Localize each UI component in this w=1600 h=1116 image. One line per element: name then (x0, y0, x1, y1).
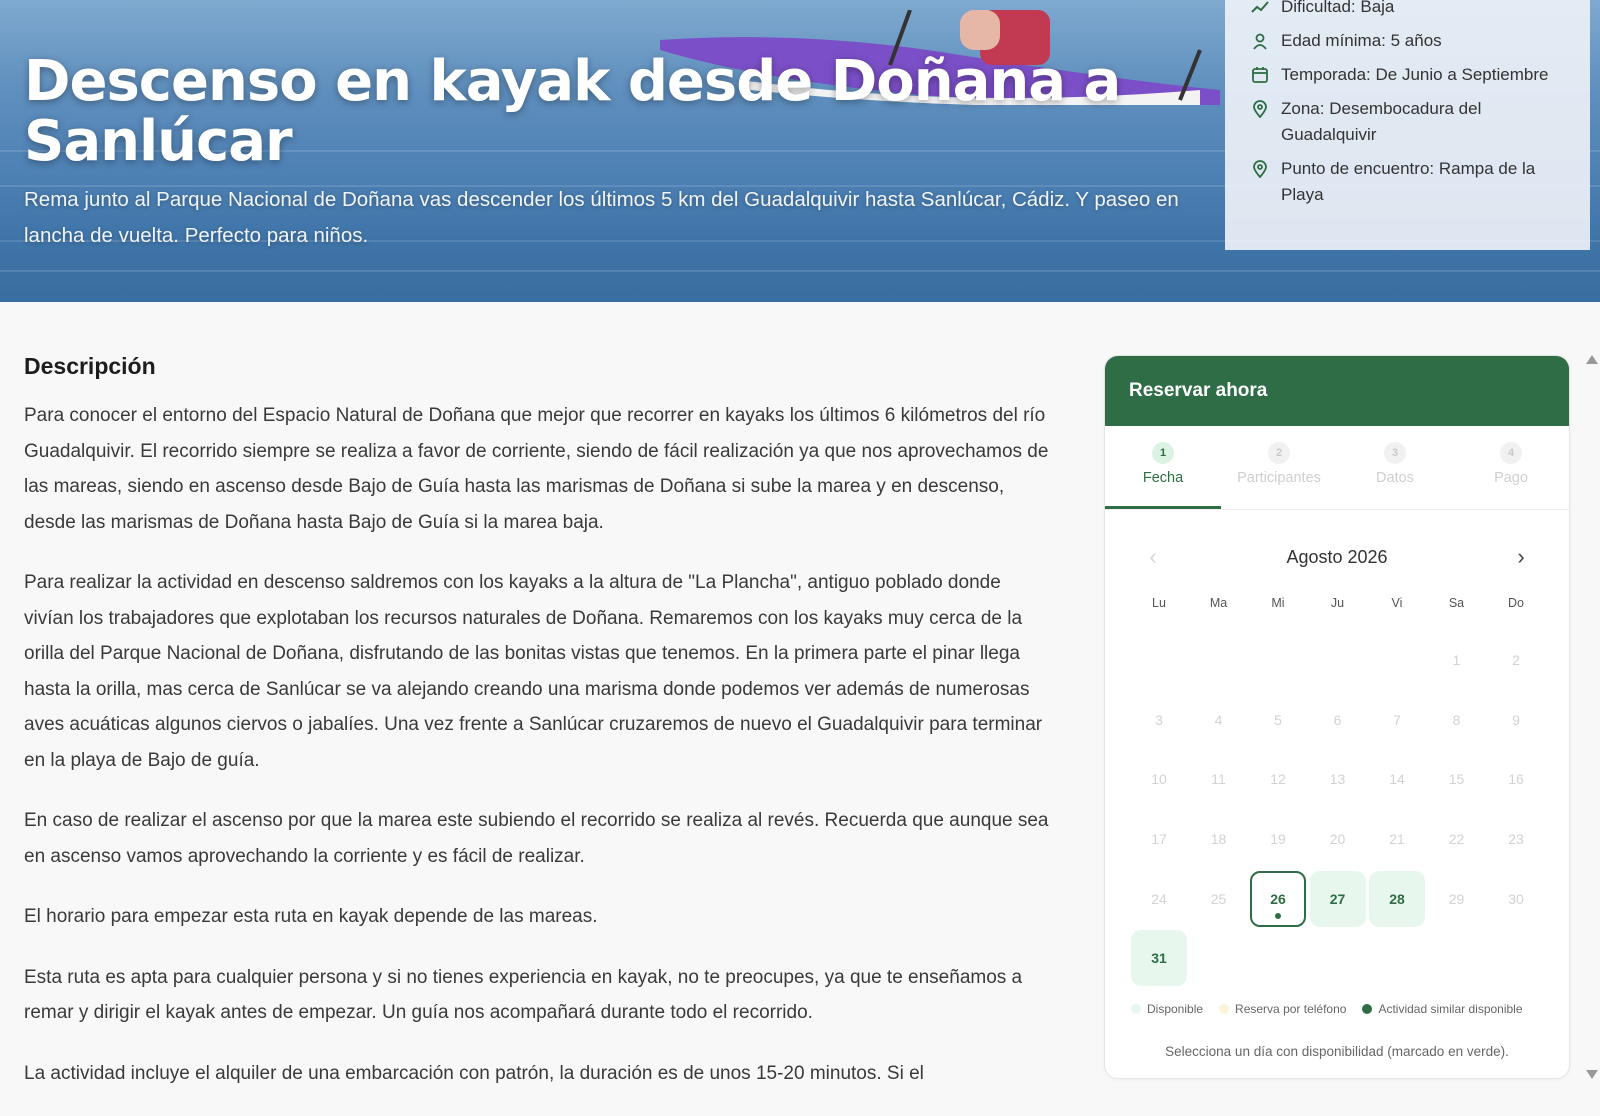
calendar-day: 9 (1512, 711, 1520, 728)
step-label: Pago (1494, 470, 1528, 486)
calendar-day: 2 (1512, 652, 1520, 668)
calendar-day: 20 (1329, 831, 1346, 848)
booking-steps: 1 Fecha 2 Participantes 3 Datos 4 Pago (1105, 426, 1569, 510)
location-pin-icon (1253, 160, 1267, 178)
calendar-day: 7 (1393, 711, 1401, 728)
calendar-icon (1252, 67, 1268, 83)
step-number: 3 (1384, 442, 1406, 464)
page-subtitle: Rema junto al Parque Nacional de Doñana … (24, 188, 1179, 247)
calendar-day: 11 (1211, 771, 1226, 788)
description-paragraph: La actividad incluye el alquiler de una … (24, 1062, 924, 1084)
calendar-day-available[interactable]: 28 (1369, 870, 1425, 927)
calendar-day: 29 (1448, 890, 1465, 907)
calendar-day: 13 (1329, 771, 1346, 788)
weekday-label: Lu (1152, 596, 1166, 610)
calendar-day: 25 (1210, 890, 1227, 907)
description-section: Descripción Para conocer el entorno del … (24, 353, 1054, 1116)
description-heading: Descripción (24, 353, 156, 379)
step-number: 4 (1500, 442, 1522, 464)
step-pago[interactable]: 4 Pago (1453, 426, 1569, 509)
step-label: Fecha (1142, 470, 1184, 486)
scroll-down-icon[interactable] (1586, 1070, 1598, 1079)
description-paragraph: Para conocer el entorno del Espacio Natu… (24, 405, 1049, 533)
calendar-day: 3 (1155, 711, 1163, 728)
booking-widget: Reservar ahora 1 Fecha 2 Participantes 3… (1104, 355, 1570, 1079)
phone-dot-icon (1219, 1004, 1230, 1015)
next-month-icon[interactable]: › (1511, 544, 1531, 570)
calendar-day-available[interactable]: 31 (1131, 930, 1187, 987)
step-label: Participantes (1237, 470, 1321, 486)
weekday-label: Sa (1448, 596, 1465, 610)
calendar-day: 21 (1389, 831, 1405, 848)
calendar-day: 22 (1448, 831, 1465, 848)
step-datos[interactable]: 3 Datos (1337, 426, 1453, 509)
info-min-age: Edad mínima: 5 años (1251, 28, 1576, 54)
description-paragraph: El horario para empezar esta ruta en kay… (24, 906, 598, 927)
step-label: Datos (1376, 470, 1414, 486)
calendar-day: 30 (1508, 890, 1524, 907)
calendar-nav: ‹ Agosto 2026 › (1105, 510, 1569, 570)
person-icon (1253, 33, 1267, 50)
calendar-day: 14 (1389, 771, 1405, 788)
calendar-day: 17 (1151, 831, 1167, 848)
calendar-day: 6 (1333, 711, 1342, 728)
available-dot-icon (1131, 1004, 1141, 1015)
similar-dot-icon (1362, 1004, 1373, 1015)
calendar-day: 16 (1508, 771, 1524, 788)
description-paragraph: Para realizar la actividad en descenso s… (24, 572, 1043, 771)
calendar-day: 15 (1448, 771, 1465, 788)
calendar-hint: Selecciona un día con disponibilidad (ma… (1165, 1044, 1509, 1060)
calendar-day: 10 (1151, 771, 1167, 788)
description-paragraph: Esta ruta es apta para cualquier persona… (24, 966, 1023, 1024)
calendar-day: 23 (1508, 831, 1524, 848)
hero-banner: Descenso en kayak desde Doñana a Sanlúca… (0, 0, 1600, 302)
info-difficulty: Dificultad: Baja (1251, 0, 1576, 20)
weekday-label: Ju (1330, 596, 1345, 610)
weekday-label: Ma (1209, 596, 1228, 610)
calendar-grid: Lu Ma Mi Ju Vi Sa Do 1 2 3 4 5 6 7 8 9 1… (1105, 596, 1569, 990)
calendar-day: 1 (1452, 652, 1461, 668)
calendar-day: 18 (1210, 831, 1227, 848)
info-meeting-point: Punto de encuentro: Rampa de la Playa (1251, 156, 1576, 208)
scroll-up-icon[interactable] (1586, 355, 1598, 364)
calendar-legend: Disponible Reserva por teléfono Activida… (1105, 1002, 1569, 1016)
step-number: 2 (1268, 442, 1290, 464)
scrollbar[interactable] (1584, 355, 1598, 1079)
weekday-label: Do (1508, 596, 1524, 610)
weekday-label: Vi (1391, 596, 1403, 610)
description-paragraph: En caso de realizar el ascenso por que l… (24, 810, 1049, 867)
location-pin-icon (1253, 100, 1267, 118)
calendar-day: 8 (1452, 711, 1461, 728)
calendar-day-selected[interactable]: 26 (1250, 870, 1306, 927)
calendar-day: 19 (1270, 831, 1286, 848)
calendar-day-available[interactable]: 27 (1309, 870, 1366, 927)
trend-icon (1251, 1, 1269, 13)
calendar-month: Agosto 2026 (1286, 546, 1388, 567)
calendar-day: 24 (1151, 890, 1167, 907)
calendar-day: 12 (1270, 771, 1286, 788)
calendar-day: 5 (1274, 711, 1282, 728)
step-number: 1 (1152, 442, 1174, 464)
step-fecha[interactable]: 1 Fecha (1105, 426, 1221, 509)
step-participantes[interactable]: 2 Participantes (1221, 426, 1337, 509)
activity-info-card: Dificultad: Baja Edad mínima: 5 años Tem… (1225, 0, 1590, 250)
info-season: Temporada: De Junio a Septiembre (1251, 62, 1576, 88)
page-title: Descenso en kayak desde Doñana a Sanlúca… (24, 49, 1121, 174)
calendar-day: 4 (1214, 711, 1223, 728)
info-zone: Zona: Desembocadura del Guadalquivir (1251, 96, 1576, 148)
booking-title: Reservar ahora (1105, 356, 1569, 426)
weekday-label: Mi (1271, 596, 1285, 610)
prev-month-icon[interactable]: ‹ (1143, 544, 1163, 570)
